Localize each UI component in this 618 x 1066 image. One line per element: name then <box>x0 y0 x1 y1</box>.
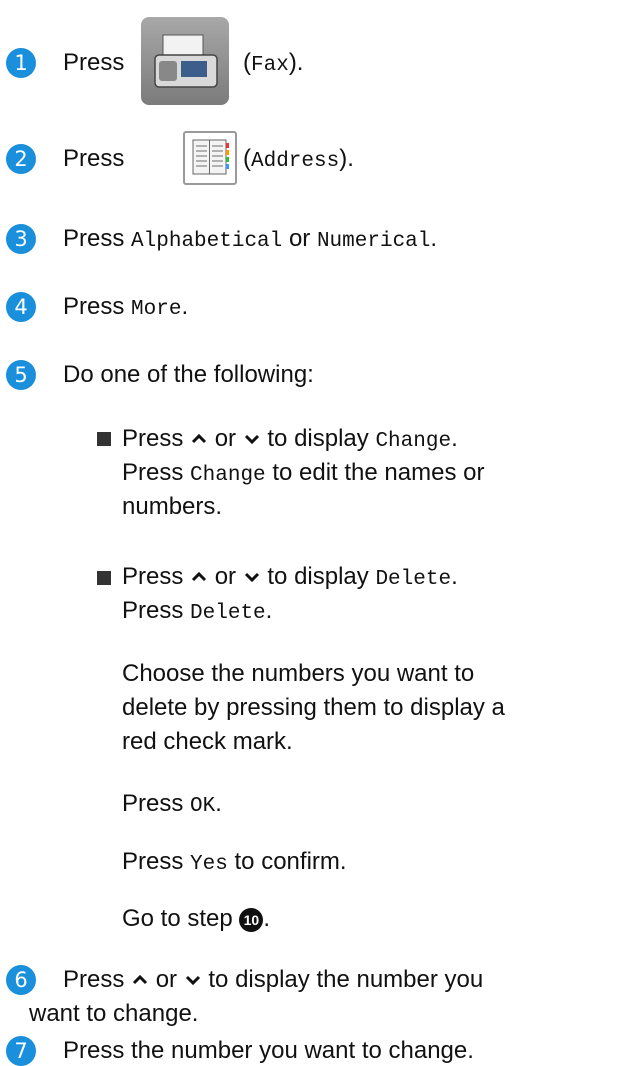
step-number: 6 <box>6 965 36 995</box>
delete-label: Delete <box>375 568 452 591</box>
step-text: Do one of the following: <box>63 361 314 388</box>
ok-label: OK <box>190 795 216 818</box>
down-arrow-icon <box>243 564 261 583</box>
fax-machine-icon <box>141 17 229 105</box>
up-arrow-icon <box>131 967 149 985</box>
numerical-label: Numerical <box>316 230 431 253</box>
bullet-square <box>97 432 111 446</box>
step-text: Press <box>63 49 125 76</box>
step-number: 1 <box>6 48 36 78</box>
address-book-icon <box>183 131 237 185</box>
yes-label: Yes <box>190 853 228 876</box>
alphabetical-label: Alphabetical <box>131 230 283 253</box>
fax-label: Fax <box>251 54 289 77</box>
step-number: 2 <box>6 144 36 174</box>
up-arrow-icon <box>190 426 208 444</box>
address-label: Address <box>251 150 340 173</box>
down-arrow-icon <box>184 967 202 986</box>
step-number: 5 <box>6 360 36 390</box>
more-label: More <box>131 298 182 321</box>
change-label: Change <box>375 430 452 453</box>
step-number: 4 <box>6 292 36 322</box>
down-arrow-icon <box>243 426 261 445</box>
step-text: Press <box>63 145 125 172</box>
bullet-square <box>97 571 111 585</box>
step-reference-icon: 10 <box>239 908 264 932</box>
step-number: 3 <box>6 224 36 254</box>
step-number: 7 <box>6 1036 36 1066</box>
step-text: Press the number you want to change. <box>63 1037 474 1064</box>
up-arrow-icon <box>190 564 208 582</box>
